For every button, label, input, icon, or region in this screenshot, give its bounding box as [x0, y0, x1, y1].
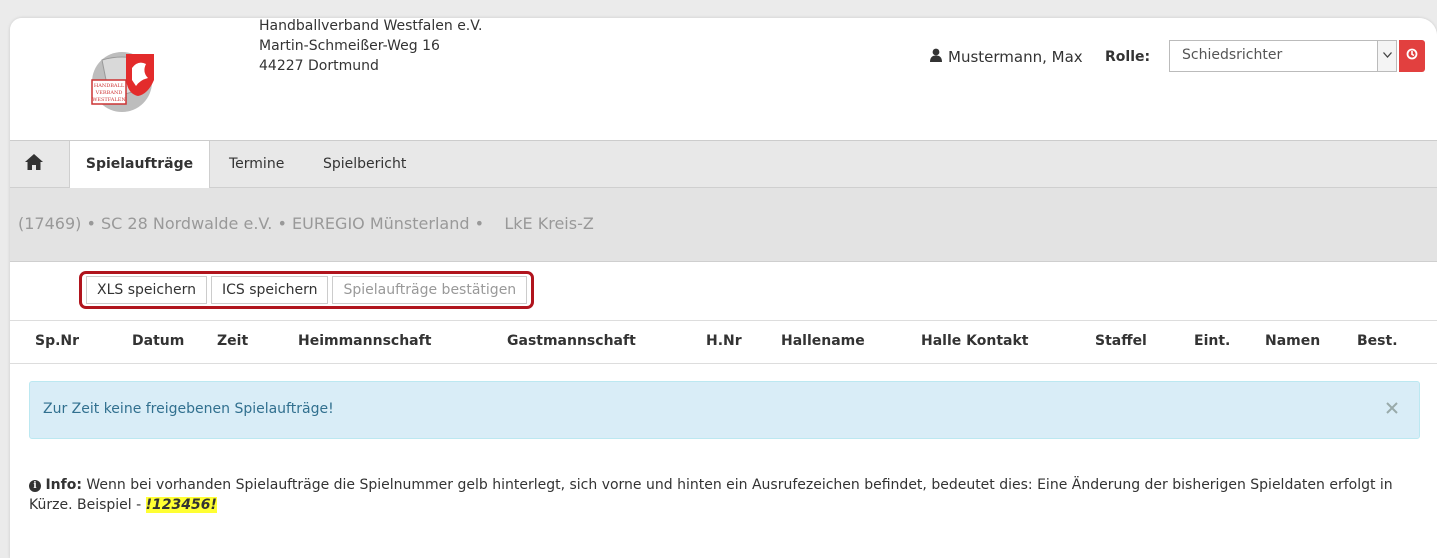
home-icon[interactable] — [24, 153, 44, 173]
tab-spielbericht[interactable]: Spielbericht — [323, 141, 406, 188]
org-street: Martin-Schmeißer-Weg 16 — [259, 38, 440, 54]
user-info: Mustermann, Max — [930, 48, 1083, 66]
export-button-group: XLS speichern ICS speichern Spielaufträg… — [79, 271, 535, 309]
column-header[interactable]: Gastmannschaft — [507, 333, 636, 349]
logout-button[interactable] — [1399, 40, 1425, 72]
example-spielnummer: !123456! — [145, 497, 217, 513]
column-header[interactable]: Hallename — [781, 333, 865, 349]
main-nav: Spielaufträge Termine Spielbericht — [10, 141, 1437, 188]
column-header[interactable]: Eint. — [1194, 333, 1230, 349]
chevron-down-icon[interactable] — [1377, 41, 1396, 71]
tab-spielauftraege[interactable]: Spielaufträge — [69, 141, 210, 188]
empty-alert: Zur Zeit keine freigebenen Spielaufträge… — [29, 381, 1420, 439]
table-header: Sp.Nr Datum Zeit Heimmannschaft Gastmann… — [10, 321, 1437, 364]
app-window: HANDBALL VERBAND WESTFALEN Handballverba… — [10, 18, 1437, 558]
confirm-assignments-button[interactable]: Spielaufträge bestätigen — [332, 276, 528, 304]
org-name: Handballverband Westfalen e.V. — [259, 18, 483, 34]
close-icon[interactable] — [1385, 396, 1399, 421]
info-icon: i — [29, 480, 41, 492]
toolbar: XLS speichern ICS speichern Spielaufträg… — [10, 262, 1437, 321]
user-icon — [930, 48, 942, 66]
info-label: Info: — [45, 477, 82, 493]
role-label: Rolle: — [1105, 49, 1151, 65]
hvw-logo: HANDBALL VERBAND WESTFALEN — [82, 46, 162, 116]
column-header[interactable]: Datum — [132, 333, 184, 349]
role-select[interactable]: Schiedsrichter — [1169, 40, 1397, 72]
org-address: Handballverband Westfalen e.V. Martin-Sc… — [259, 18, 482, 76]
column-header[interactable]: Staffel — [1095, 333, 1147, 349]
svg-text:WESTFALEN: WESTFALEN — [92, 97, 126, 103]
club-info: (17469) • SC 28 Nordwalde e.V. • EUREGIO… — [18, 214, 594, 233]
tab-termine[interactable]: Termine — [229, 141, 284, 188]
svg-text:VERBAND: VERBAND — [95, 90, 123, 96]
club-banner: (17469) • SC 28 Nordwalde e.V. • EUREGIO… — [10, 188, 1437, 262]
column-header[interactable]: Zeit — [217, 333, 248, 349]
user-name: Mustermann, Max — [948, 48, 1083, 66]
svg-text:HANDBALL: HANDBALL — [94, 83, 125, 89]
info-text: Wenn bei vorhanden Spielaufträge die Spi… — [29, 477, 1393, 513]
column-header[interactable]: H.Nr — [706, 333, 742, 349]
ics-save-button[interactable]: ICS speichern — [210, 276, 329, 304]
role-select-value: Schiedsrichter — [1182, 47, 1283, 63]
info-note: i Info: Wenn bei vorhanden Spielaufträge… — [29, 475, 1419, 515]
column-header[interactable]: Best. — [1357, 333, 1398, 349]
column-header[interactable]: Namen — [1265, 333, 1320, 349]
xls-save-button[interactable]: XLS speichern — [86, 276, 207, 304]
header: HANDBALL VERBAND WESTFALEN Handballverba… — [10, 18, 1437, 141]
column-header[interactable]: Heimmannschaft — [298, 333, 431, 349]
alert-message: Zur Zeit keine freigebenen Spielaufträge… — [43, 401, 334, 417]
column-header[interactable]: Sp.Nr — [35, 333, 79, 349]
org-city: 44227 Dortmund — [259, 58, 379, 74]
column-header[interactable]: Halle Kontakt — [921, 333, 1028, 349]
power-icon — [1406, 48, 1418, 64]
